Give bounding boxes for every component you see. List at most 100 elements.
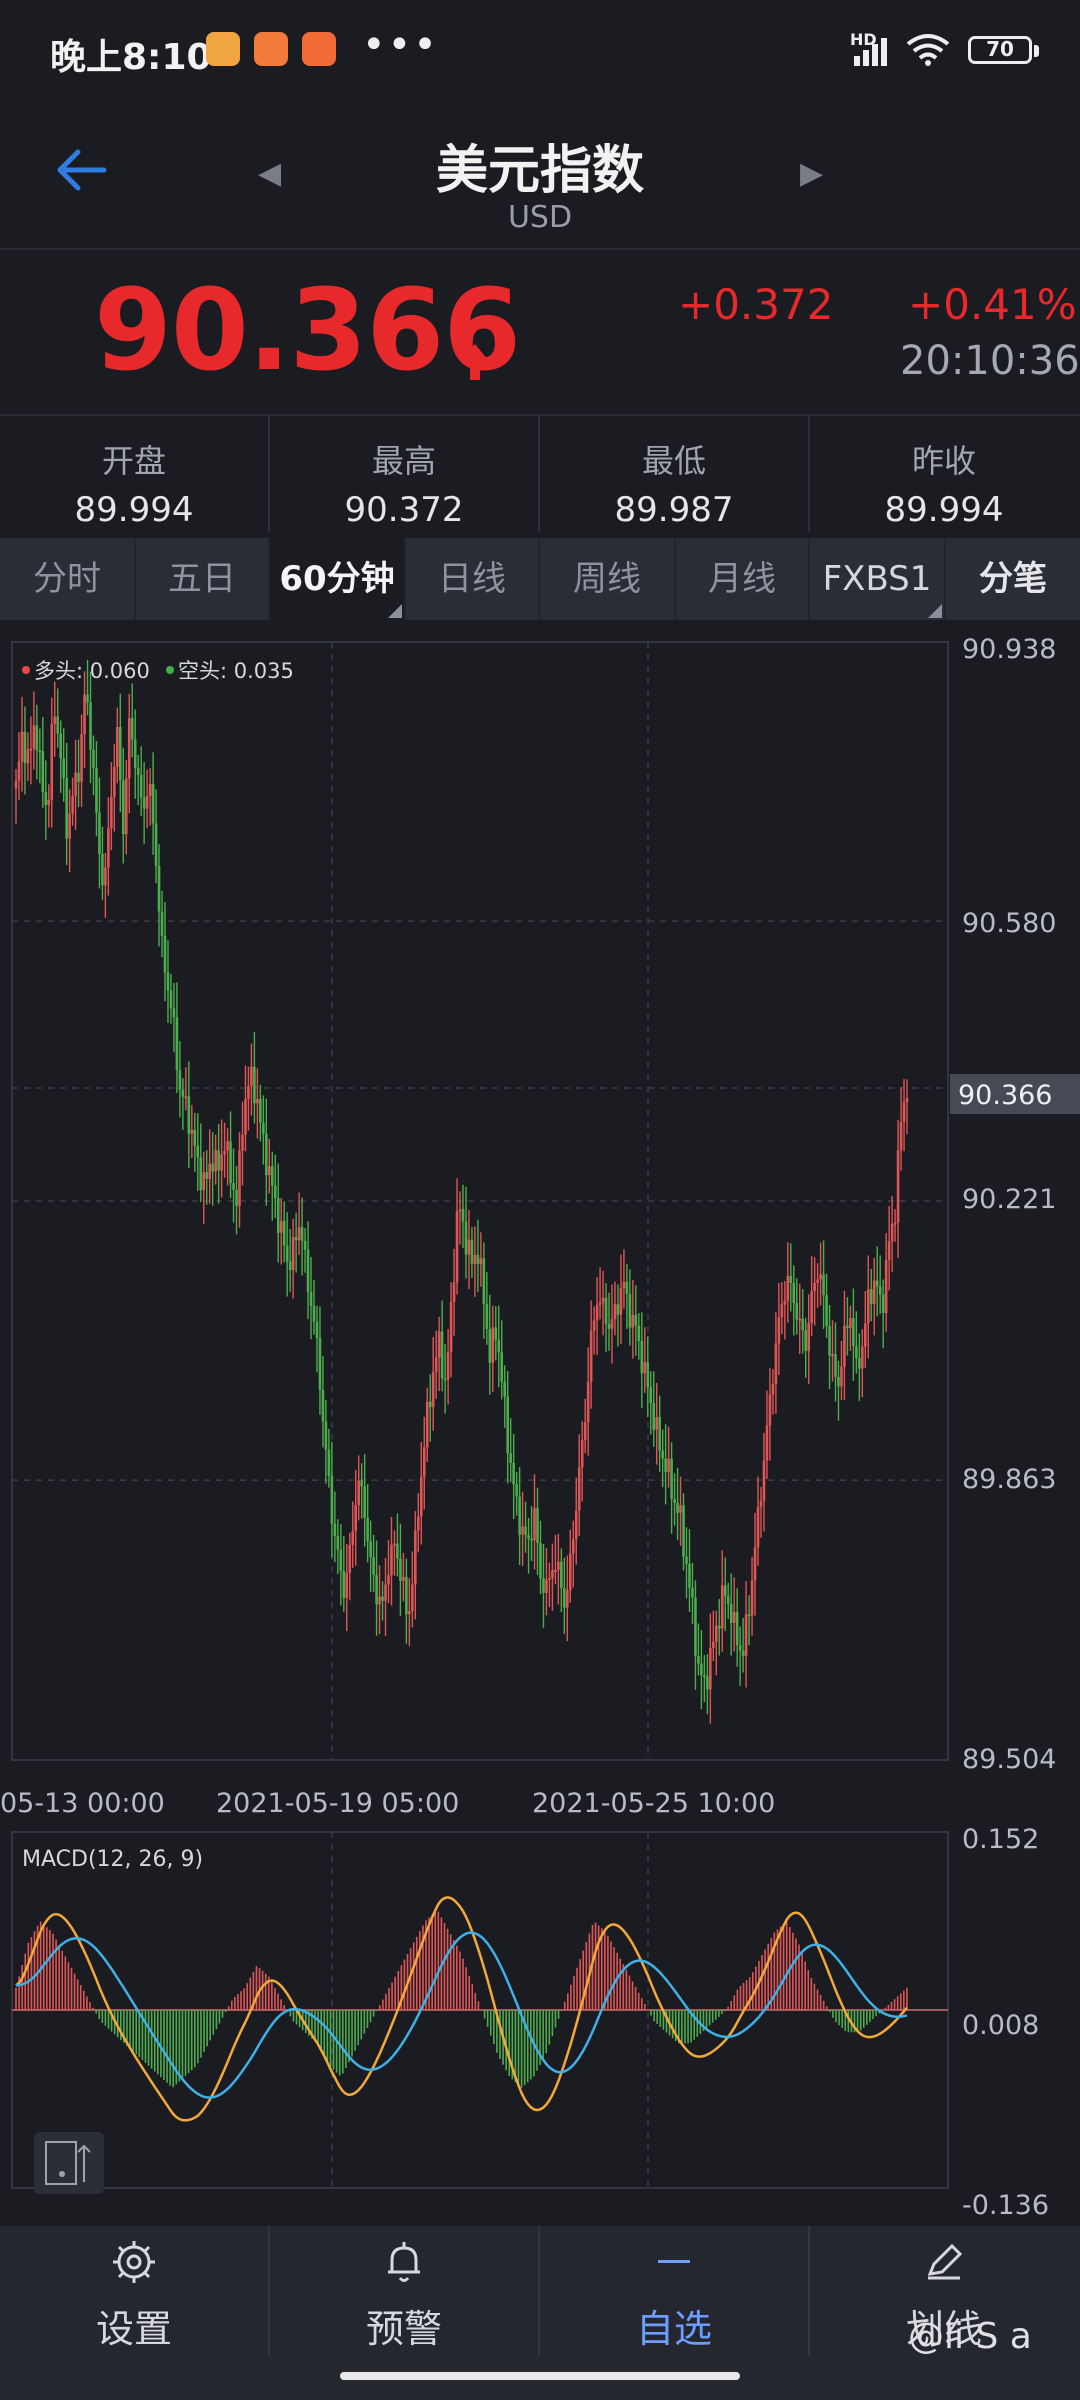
candle-body xyxy=(712,1641,715,1648)
tab-60min[interactable]: 60分钟 xyxy=(270,538,404,620)
candle-body xyxy=(524,1526,527,1536)
candle-body xyxy=(536,1508,539,1544)
candle-body xyxy=(187,1096,191,1134)
candle-body xyxy=(834,1354,837,1378)
candle-body xyxy=(786,1275,790,1302)
candle-body xyxy=(571,1539,575,1554)
macd-y-tick: -0.136 xyxy=(962,2190,1049,2221)
candle-body xyxy=(607,1323,611,1329)
candle-body xyxy=(715,1625,718,1642)
candle-body xyxy=(583,1422,587,1441)
candle-body xyxy=(548,1577,551,1580)
price-chart[interactable]: 多头: 0.060 空头: 0.035 90.938 90.580 90.221… xyxy=(0,630,1080,2224)
candle-body xyxy=(852,1318,855,1347)
candle-body xyxy=(530,1538,533,1541)
candle-body xyxy=(881,1294,885,1314)
tab-fxbs1[interactable]: FXBS1 xyxy=(810,538,944,620)
macd-dea-line xyxy=(15,1931,908,2099)
candle-body xyxy=(747,1614,751,1617)
candle-body xyxy=(777,1317,781,1344)
candle-body xyxy=(116,727,119,767)
candle-body xyxy=(753,1547,757,1581)
macd-title: MACD(12, 26, 9) xyxy=(22,1847,203,1872)
candle-body xyxy=(348,1545,352,1573)
candle-body xyxy=(425,1401,429,1448)
candle-body xyxy=(479,1258,483,1265)
candle-body xyxy=(795,1303,799,1320)
candle-body xyxy=(679,1505,682,1513)
candle-body xyxy=(706,1676,709,1690)
page-subtitle: USD xyxy=(507,200,573,235)
candle-body xyxy=(682,1505,685,1557)
candle-body xyxy=(402,1576,405,1581)
nav-alerts[interactable]: 预警 xyxy=(270,2226,538,2366)
candle-body xyxy=(202,1172,206,1191)
candle-body xyxy=(399,1558,402,1581)
candle-body xyxy=(637,1325,641,1341)
candle-body xyxy=(774,1343,778,1384)
tab-time-sharing[interactable]: 分时 xyxy=(0,538,134,620)
candle-body xyxy=(437,1331,441,1358)
candle-body xyxy=(798,1318,802,1321)
candle-body xyxy=(813,1282,816,1292)
candle-body xyxy=(521,1526,524,1535)
tab-weekly[interactable]: 周线 xyxy=(540,538,674,620)
candle-body xyxy=(634,1314,638,1326)
candle-body xyxy=(71,795,74,814)
candle-body xyxy=(473,1254,477,1264)
mi-store-icon xyxy=(254,32,288,66)
candle-body xyxy=(449,1301,453,1352)
candle-body xyxy=(610,1319,614,1329)
candle-body xyxy=(768,1394,772,1426)
candle-body xyxy=(124,778,128,835)
candle-body xyxy=(789,1275,793,1283)
battery-level: 70 xyxy=(986,37,1014,61)
candle-body xyxy=(333,1523,337,1536)
next-symbol-button[interactable]: ▶ xyxy=(800,156,823,191)
candle-body xyxy=(351,1530,355,1546)
candle-body xyxy=(303,1240,307,1250)
candle-body xyxy=(372,1557,375,1575)
candle-body xyxy=(250,1066,253,1086)
chart-legend: 多头: 0.060 空头: 0.035 xyxy=(22,659,294,683)
last-price: 90.366 xyxy=(94,266,521,396)
candle-body xyxy=(560,1561,563,1588)
candle-body xyxy=(50,723,54,800)
tab-five-day[interactable]: 五日 xyxy=(136,538,268,620)
candle-body xyxy=(759,1500,763,1508)
candle-body xyxy=(312,1305,316,1322)
candle-body xyxy=(241,1134,244,1151)
layout-switch-button[interactable] xyxy=(34,2132,104,2194)
notes-app-icon xyxy=(206,32,240,66)
candle-body xyxy=(673,1499,676,1503)
candle-body xyxy=(884,1259,888,1314)
home-indicator[interactable] xyxy=(340,2372,740,2380)
candle-body xyxy=(825,1295,828,1327)
candle-body xyxy=(92,749,95,769)
dropdown-corner-icon xyxy=(928,604,942,618)
mi-icon xyxy=(302,32,336,66)
candle-body xyxy=(14,780,18,789)
candle-body xyxy=(858,1358,861,1369)
divider xyxy=(0,248,1080,250)
stat-open: 开盘 89.994 xyxy=(0,436,268,530)
tab-daily[interactable]: 日线 xyxy=(406,538,538,620)
candle-body xyxy=(387,1575,390,1585)
candle-body xyxy=(77,772,80,782)
macd-lines xyxy=(15,1896,908,2122)
candle-body xyxy=(157,865,161,912)
nav-watchlist[interactable]: 自选 xyxy=(540,2226,808,2366)
candle-body xyxy=(354,1505,358,1531)
candle-body xyxy=(291,1236,295,1271)
stat-low: 最低 89.987 xyxy=(540,436,808,530)
candle-body xyxy=(676,1502,679,1513)
nav-settings[interactable]: 设置 xyxy=(0,2226,268,2366)
tab-tick[interactable]: 分笔 xyxy=(946,538,1080,620)
candle-body xyxy=(685,1556,688,1565)
candle-body xyxy=(738,1645,742,1651)
candle-body xyxy=(56,716,60,734)
candle-body xyxy=(837,1377,840,1387)
candle-body xyxy=(247,1085,250,1099)
tab-monthly[interactable]: 月线 xyxy=(676,538,808,620)
candle-body xyxy=(363,1486,366,1518)
